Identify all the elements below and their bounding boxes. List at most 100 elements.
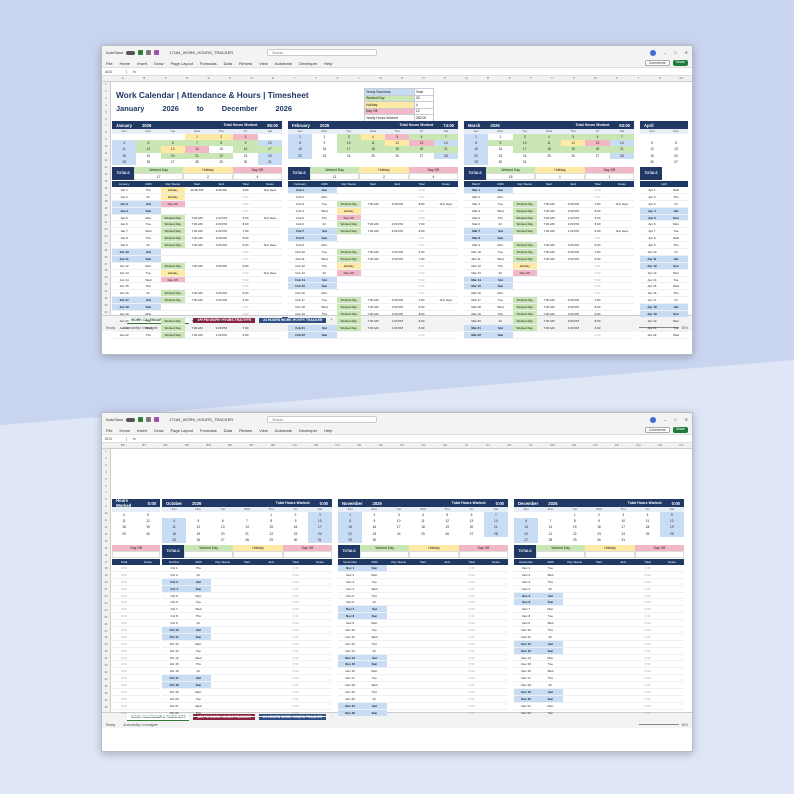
end-time[interactable] [385,215,409,221]
row-notes[interactable] [136,572,160,578]
day-status-select[interactable]: Holiday [160,193,185,200]
row-notes[interactable] [308,593,332,599]
row-notes[interactable]: Text Here [610,201,634,207]
start-time[interactable]: 7:00 AM [537,228,561,234]
row-notes[interactable] [308,579,332,585]
day-status-select[interactable]: Worked Day [512,324,537,331]
menu-item-draw[interactable]: Draw [154,428,163,433]
end-time[interactable] [435,703,459,709]
row-notes[interactable] [610,215,634,221]
row-notes[interactable] [660,586,684,592]
row-notes[interactable] [258,283,282,289]
day-status-select[interactable] [211,689,235,695]
end-time[interactable] [259,675,283,681]
row-notes[interactable] [136,586,160,592]
start-time[interactable]: 7:00 AM [537,201,561,207]
start-time[interactable] [235,599,259,605]
menu-item-page-layout[interactable]: Page Layout [170,61,192,66]
end-time[interactable] [435,613,459,619]
day-status-select[interactable]: Worked Day [512,221,537,228]
undo-icon[interactable] [146,417,152,422]
day-status-select[interactable] [513,187,537,193]
start-time[interactable] [587,627,611,633]
end-time[interactable] [435,668,459,674]
day-status-select[interactable]: Holiday [160,269,185,276]
end-time[interactable]: 3:00 PM [561,304,585,310]
menu-item-view[interactable]: View [259,428,268,433]
avatar[interactable] [649,49,656,56]
row-notes[interactable] [258,325,282,331]
minimize-icon[interactable]: – [664,50,666,55]
start-time[interactable] [537,283,561,289]
calendar-day[interactable] [112,537,136,543]
calendar-day[interactable]: 29 [209,159,233,165]
end-time[interactable] [435,586,459,592]
autosave-toggle[interactable] [126,417,136,422]
row-notes[interactable] [258,297,282,303]
end-time[interactable]: 1:00 PM [561,311,585,317]
day-status-select[interactable] [337,235,361,241]
start-time[interactable] [411,613,435,619]
calendar-day[interactable]: 25 [162,536,187,543]
calendar-day[interactable]: 26 [640,159,664,165]
end-time[interactable] [209,304,233,310]
end-time[interactable] [435,696,459,702]
end-time[interactable] [259,579,283,585]
calendar-day[interactable] [136,537,160,543]
start-time[interactable] [185,208,209,214]
start-time[interactable] [411,599,435,605]
menu-item-view[interactable]: View [259,61,268,66]
start-time[interactable] [411,641,435,647]
start-time[interactable]: 7:00 AM [361,318,385,324]
row-notes[interactable] [136,620,160,626]
day-status-select[interactable] [563,613,587,619]
start-time[interactable] [587,620,611,626]
end-time[interactable] [611,634,635,640]
start-time[interactable] [361,332,385,338]
end-time[interactable] [611,648,635,654]
end-time[interactable] [259,710,283,716]
day-status-select[interactable] [211,668,235,674]
row-notes[interactable] [660,703,684,709]
end-time[interactable] [385,235,409,241]
calendar-day[interactable]: 27 [664,159,688,165]
menu-item-formulas[interactable]: Formulas [200,428,217,433]
row-notes[interactable] [308,613,332,619]
row-notes[interactable] [258,290,282,296]
start-time[interactable] [537,332,561,338]
calendar-day[interactable] [537,159,561,165]
end-time[interactable]: 1:00 PM [209,332,233,338]
start-time[interactable]: 7:00 AM [185,228,209,234]
row-notes[interactable] [484,682,508,688]
calendar-day[interactable]: 25 [112,158,137,165]
end-time[interactable]: 1:00 PM [561,242,585,248]
end-time[interactable] [611,606,635,612]
start-time[interactable] [361,277,385,283]
start-time[interactable] [235,620,259,626]
search-input[interactable]: Search [267,49,378,56]
start-time[interactable] [587,710,611,716]
start-time[interactable]: 7:00 AM [185,215,209,221]
day-status-select[interactable]: Day Off [512,269,537,276]
row-notes[interactable] [258,263,282,269]
day-status-select[interactable] [563,593,587,599]
end-time[interactable] [385,277,409,283]
end-time[interactable] [435,648,459,654]
calendar-day[interactable]: 29 [338,536,363,543]
calendar-day[interactable] [387,537,411,543]
end-time[interactable]: 3:00 PM [385,201,409,207]
day-status-select[interactable] [161,283,185,289]
end-time[interactable] [209,194,233,200]
row-notes[interactable] [484,565,508,571]
end-time[interactable] [435,606,459,612]
end-time[interactable] [611,710,635,716]
start-time[interactable]: 7:00 AM [185,263,209,269]
day-status-select[interactable]: Worked Day [336,221,361,228]
calendar-day[interactable] [561,159,585,165]
day-status-select[interactable]: Worked Day [336,304,361,310]
end-time[interactable] [259,565,283,571]
calendar-day[interactable] [288,159,312,165]
start-time[interactable] [235,593,259,599]
row-notes[interactable] [258,228,282,234]
end-time[interactable]: 1:00 PM [385,304,409,310]
